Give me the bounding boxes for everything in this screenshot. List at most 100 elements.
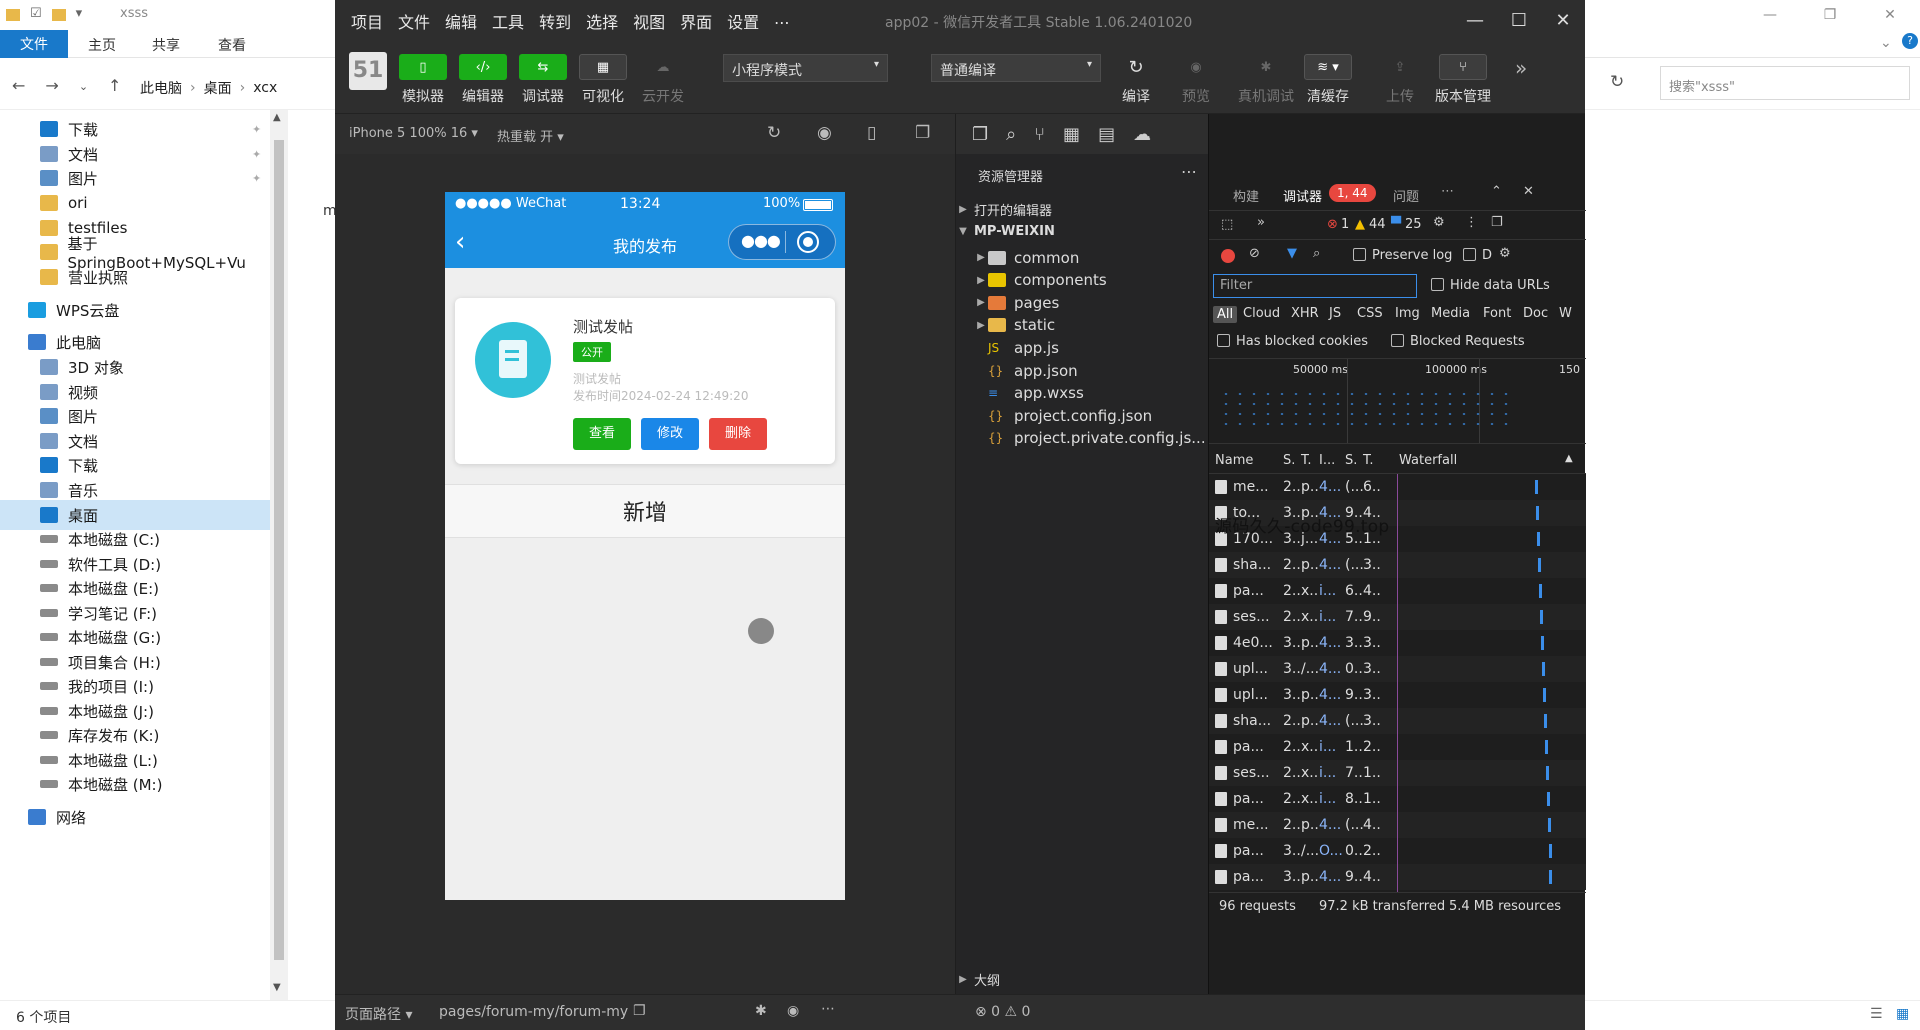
menu-item[interactable]: 界面 (680, 9, 712, 33)
type-filter-font[interactable]: Font (1483, 306, 1511, 321)
extensions-icon[interactable]: ▦ (1063, 124, 1080, 145)
pin-icon[interactable]: ✦ (252, 148, 261, 161)
type-filter-cloud[interactable]: Cloud (1243, 306, 1280, 321)
visual-button[interactable]: ▦ 可视化 (578, 54, 628, 106)
search-icon[interactable]: ⌕ (1313, 246, 1320, 261)
debugger-button[interactable]: ⇆ 调试器 (518, 54, 568, 106)
menu-item[interactable]: 选择 (586, 9, 618, 33)
type-filter-w[interactable]: W (1559, 306, 1572, 321)
file-item[interactable]: {} project.private.config.js... (956, 425, 1209, 452)
settings-gear-icon[interactable]: ⚙ (1499, 246, 1511, 261)
dock-icon[interactable]: ❐ (1491, 215, 1503, 230)
tab-debugger[interactable]: 调试器 (1283, 186, 1322, 205)
sidebar-item[interactable]: 网络 (0, 802, 270, 832)
menu-item[interactable]: 工具 (492, 9, 524, 33)
menu-item[interactable]: 转到 (539, 9, 571, 33)
navigation-scrollbar[interactable]: ▲ ▼ (270, 110, 288, 1000)
type-filter-doc[interactable]: Doc (1523, 306, 1548, 321)
col-time[interactable]: T. (1363, 453, 1374, 468)
breadcrumb-item[interactable]: xcx (253, 80, 277, 96)
cloud-icon[interactable]: ☁ (1133, 124, 1151, 145)
col-type[interactable]: T. (1301, 453, 1312, 468)
sidebar-item[interactable]: 本地磁盘 (M:) (0, 769, 270, 799)
back-icon[interactable]: ← (12, 76, 25, 95)
filter-input[interactable]: Filter (1213, 274, 1417, 298)
preserve-log-checkbox[interactable]: Preserve log (1353, 248, 1452, 263)
view-button[interactable]: 查看 (573, 418, 631, 450)
col-status[interactable]: S. (1283, 453, 1295, 468)
close-circle-icon[interactable] (797, 231, 819, 253)
breadcrumb[interactable]: 此电脑 › 桌面 › xcx (140, 76, 277, 100)
sort-up-icon[interactable]: ▲ (1565, 453, 1573, 464)
properties-icon[interactable]: ☑ (30, 6, 42, 21)
more-icon[interactable]: ⋯ (821, 1001, 835, 1017)
edit-button[interactable]: 修改 (641, 418, 699, 450)
explorer-search-input[interactable]: 搜索"xsss" (1660, 66, 1910, 100)
hot-reload-select[interactable]: 热重载 开 ▾ (497, 126, 564, 145)
more-icon[interactable]: ⋯ (1181, 162, 1197, 181)
menu-item[interactable]: ... (774, 9, 789, 33)
blocked-requests-checkbox[interactable]: Blocked Requests (1391, 334, 1525, 349)
bug-icon[interactable]: ✱ (755, 1003, 767, 1019)
eye-icon[interactable]: ◉ (787, 1003, 799, 1019)
ribbon-tab-home[interactable]: 主页 (88, 35, 116, 55)
breadcrumb-item[interactable]: 桌面 (204, 78, 232, 98)
problem-counter[interactable]: ⊗ 0 ⚠ 0 (975, 1004, 1030, 1020)
rotate-icon[interactable]: ↻ (767, 123, 781, 143)
sidebar-item[interactable]: 营业执照 (0, 262, 270, 292)
cloud-button[interactable]: ☁ 云开发 (638, 54, 688, 106)
ribbon-tab-share[interactable]: 共享 (152, 35, 180, 55)
scrollbar-thumb[interactable] (274, 140, 284, 960)
git-icon[interactable]: ⑂ (1034, 124, 1045, 145)
version-button[interactable]: ⑂ 版本管理 (1430, 54, 1496, 106)
details-view-icon[interactable]: ☰ (1870, 1006, 1883, 1022)
ribbon-file-tab[interactable]: 文件 (0, 30, 68, 58)
delete-button[interactable]: 删除 (709, 418, 767, 450)
minimize-icon[interactable]: — (1453, 0, 1497, 40)
type-filter-media[interactable]: Media (1431, 306, 1470, 321)
ribbon-tab-view[interactable]: 查看 (218, 35, 246, 55)
scroll-down-icon[interactable]: ▼ (273, 982, 281, 993)
search-icon[interactable]: ⌕ (1006, 124, 1016, 145)
copy-icon[interactable]: ❐ (633, 1003, 646, 1019)
up-icon[interactable]: ↑ (108, 76, 121, 95)
sidebar-item[interactable]: WPS云盘 (0, 295, 270, 325)
mode-select[interactable]: 小程序模式 ▾ (723, 54, 888, 82)
type-filter-js[interactable]: JS (1329, 306, 1341, 321)
disable-cache-checkbox[interactable]: D (1463, 248, 1492, 263)
menu-item[interactable]: 编辑 (445, 9, 477, 33)
maximize-icon[interactable]: ☐ (1497, 0, 1541, 40)
blocked-cookies-checkbox[interactable]: Has blocked cookies (1217, 334, 1368, 349)
menu-item[interactable]: 视图 (633, 9, 665, 33)
more-chevron-icon[interactable]: » (1515, 56, 1527, 80)
tab-build[interactable]: 构建 (1233, 186, 1259, 205)
new-folder-icon[interactable] (51, 9, 66, 21)
settings-gear-icon[interactable]: ⚙ (1433, 215, 1445, 230)
recent-dropdown-icon[interactable]: ⌄ (79, 80, 88, 95)
preview-button[interactable]: ◉ 预览 (1171, 54, 1221, 106)
kebab-icon[interactable]: ⋮ (1465, 215, 1478, 230)
refresh-icon[interactable]: ↻ (1610, 72, 1624, 92)
clear-icon[interactable]: ⊘ (1249, 246, 1260, 261)
breadcrumb-item[interactable]: 此电脑 (140, 78, 182, 98)
project-avatar[interactable]: 51 (349, 52, 387, 90)
folder-icon[interactable] (6, 9, 20, 21)
col-name[interactable]: Name (1215, 453, 1253, 468)
editor-button[interactable]: ‹/› 编辑器 (458, 54, 508, 106)
files-icon[interactable]: ❐ (972, 124, 988, 145)
close-icon[interactable]: ✕ (1541, 0, 1585, 40)
forward-icon[interactable]: → (45, 76, 58, 95)
minimize-icon[interactable]: — (1740, 0, 1800, 30)
col-waterfall[interactable]: Waterfall (1399, 453, 1457, 468)
upload-button[interactable]: ⇪ 上传 (1375, 54, 1425, 106)
col-size[interactable]: S. (1345, 453, 1357, 468)
thumbnail-view-icon[interactable]: ▦ (1896, 1006, 1909, 1022)
outline-section[interactable]: ▶ 大纲 (956, 966, 1209, 993)
type-filter-xhr[interactable]: XHR (1291, 306, 1319, 321)
storage-icon[interactable]: ▤ (1098, 124, 1115, 145)
page-path-select[interactable]: 页面路径 ▾ (345, 1004, 412, 1024)
hide-data-urls-checkbox[interactable]: Hide data URLs (1431, 278, 1550, 293)
phone-outline-icon[interactable]: ▯ (867, 123, 876, 143)
tab-issues[interactable]: 问题 (1393, 186, 1419, 205)
dropdown-icon[interactable]: ▾ (76, 6, 83, 21)
